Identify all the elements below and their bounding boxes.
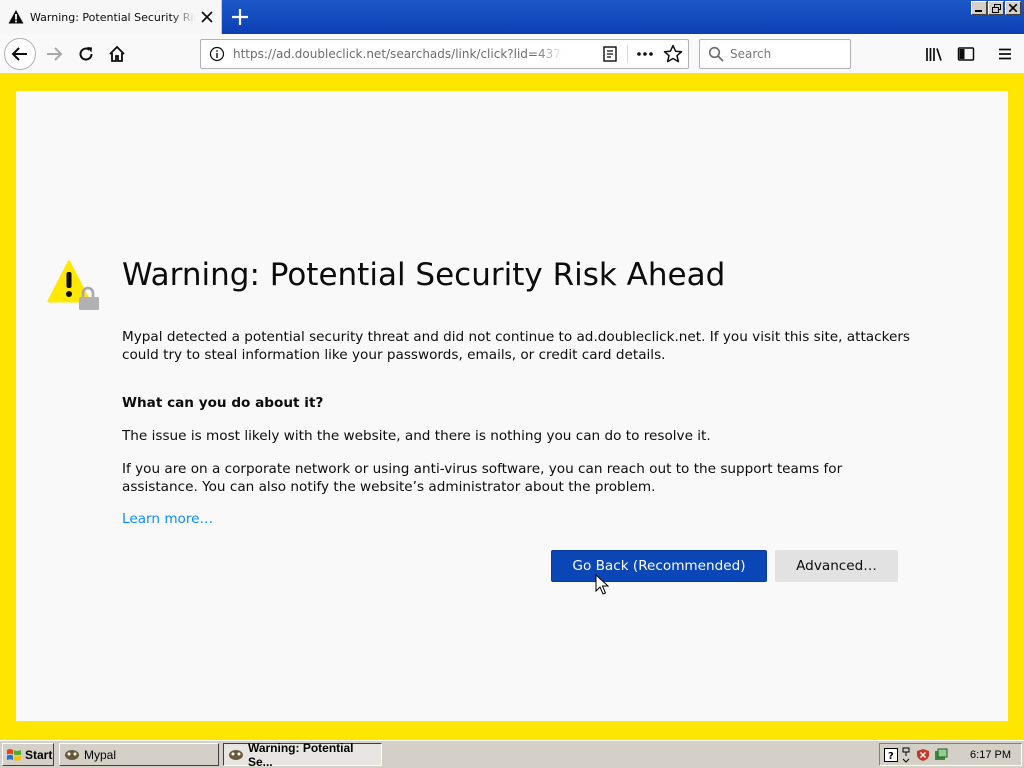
start-label: Start <box>25 747 53 762</box>
home-button[interactable] <box>101 38 133 70</box>
svg-text:?: ? <box>888 751 894 762</box>
page-actions-icon[interactable] <box>634 43 656 65</box>
forward-arrow-icon <box>47 47 63 61</box>
reload-button[interactable] <box>70 38 102 70</box>
new-tab-icon[interactable] <box>228 5 252 29</box>
help-icon[interactable]: ? <box>884 747 898 762</box>
window-controls <box>971 1 1021 15</box>
warning-icon <box>8 10 24 24</box>
learn-more-link[interactable]: Learn more… <box>122 511 213 527</box>
hamburger-menu-icon <box>999 48 1011 60</box>
minimize-icon <box>975 10 982 12</box>
sidebar-button[interactable] <box>950 38 982 70</box>
info-icon[interactable] <box>209 46 225 62</box>
url-text[interactable]: https://ad.doubleclick.net/searchads/lin… <box>233 47 563 61</box>
library-button[interactable] <box>918 38 950 70</box>
reload-icon <box>79 47 93 61</box>
menu-button[interactable] <box>989 38 1021 70</box>
taskbar-item-warning-window[interactable]: Warning: Potential Se... <box>223 740 382 768</box>
warning-lock-icon <box>47 260 99 310</box>
reader-view-icon[interactable] <box>599 43 621 65</box>
advanced-button[interactable]: Advanced… <box>775 550 898 582</box>
search-icon <box>708 46 724 62</box>
sidebar-icon <box>957 47 975 61</box>
minimize-button[interactable] <box>971 1 987 15</box>
close-icon <box>1009 4 1017 12</box>
url-actions <box>599 43 684 65</box>
restore-icon <box>991 3 1001 13</box>
bookmark-star-icon[interactable] <box>662 43 684 65</box>
back-button[interactable] <box>4 38 36 70</box>
mypal-app-icon <box>228 749 243 760</box>
network-icon[interactable] <box>902 747 912 763</box>
error-description: Mypal detected a potential security thre… <box>122 329 911 363</box>
windows-logo-icon <box>7 748 21 761</box>
error-page: Warning: Potential Security Risk Ahead M… <box>16 91 1008 721</box>
taskbar: Start Mypal Warning: Potential Se... ? 6… <box>0 740 1024 768</box>
page-title: Warning: Potential Security Risk Ahead <box>122 257 726 293</box>
tab-title: Warning: Potential Security Risk Ahead <box>30 10 196 24</box>
support-advice: If you are on a corporate network or usi… <box>122 461 843 495</box>
forward-button[interactable] <box>38 38 70 70</box>
taskbar-item-label: Warning: Potential Se... <box>247 740 354 768</box>
close-window-button[interactable] <box>1005 1 1021 15</box>
search-box[interactable] <box>699 39 851 69</box>
mouse-cursor-icon <box>595 574 609 595</box>
url-bar[interactable]: https://ad.doubleclick.net/searchads/lin… <box>200 39 689 69</box>
tray-app-icon[interactable] <box>934 748 948 762</box>
tab-strip: Warning: Potential Security Risk Ahead <box>0 0 1024 34</box>
security-shield-icon[interactable] <box>916 748 930 762</box>
system-tray: ? 6:17 PM <box>879 743 1022 766</box>
taskbar-item-mypal[interactable]: Mypal <box>59 743 219 766</box>
clock: 6:17 PM <box>970 748 1011 761</box>
what-can-you-do-heading: What can you do about it? <box>122 395 324 411</box>
home-icon <box>109 45 125 62</box>
search-input[interactable] <box>730 47 840 61</box>
url-separator <box>627 45 628 63</box>
taskbar-item-label: Mypal <box>84 747 117 762</box>
restore-button[interactable] <box>988 1 1004 15</box>
go-back-button[interactable]: Go Back (Recommended) <box>551 550 767 582</box>
tab-active[interactable]: Warning: Potential Security Risk Ahead <box>0 0 222 34</box>
issue-explanation: The issue is most likely with the websit… <box>122 428 711 444</box>
mypal-app-icon <box>65 749 79 760</box>
back-arrow-icon <box>11 47 27 61</box>
library-icon <box>926 48 942 61</box>
close-tab-icon[interactable] <box>199 9 215 25</box>
start-button[interactable]: Start <box>2 743 54 766</box>
navigation-toolbar: https://ad.doubleclick.net/searchads/lin… <box>0 34 1024 74</box>
